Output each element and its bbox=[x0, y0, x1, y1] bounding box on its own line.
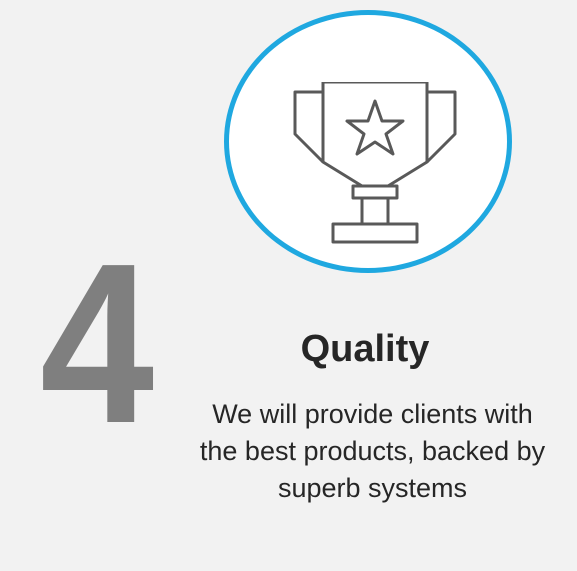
step-number: 4 bbox=[40, 217, 154, 471]
trophy-star-icon bbox=[293, 82, 457, 244]
card-title: Quality bbox=[300, 328, 430, 370]
card-description: We will provide clients with the best pr… bbox=[199, 399, 546, 503]
